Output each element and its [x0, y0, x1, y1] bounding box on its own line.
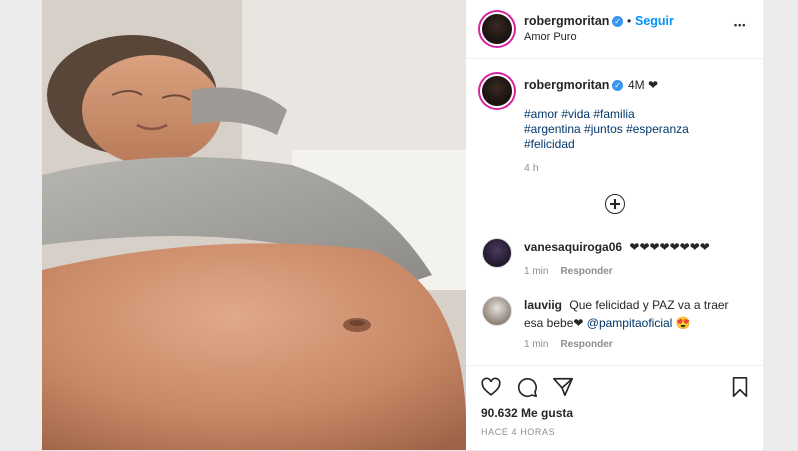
left-backdrop [0, 0, 42, 450]
comment-body: lauviig Que felicidad y PAZ va a traer e… [524, 296, 754, 332]
comment-time[interactable]: 1 min [524, 339, 548, 350]
post-header: robergmoritan ✓ • Seguir Amor Puro ••• [466, 0, 763, 59]
post-side-panel: robergmoritan ✓ • Seguir Amor Puro ••• r… [466, 0, 763, 450]
caption-author-username[interactable]: robergmoritan [524, 78, 609, 92]
heart-icon[interactable] [480, 376, 502, 398]
load-more-comments-icon[interactable] [605, 194, 625, 214]
share-icon[interactable] [552, 376, 574, 398]
caption-timestamp[interactable]: 4 h [524, 162, 539, 174]
comment-emoji: 😍 [675, 316, 691, 330]
comment-text: Que felicidad y PAZ va a traer [569, 298, 729, 312]
caption-hashtags: #amor #vida #familia #argentina #juntos … [524, 107, 689, 152]
comment-avatar[interactable] [482, 238, 512, 268]
reply-button[interactable]: Responder [560, 266, 612, 277]
comment-icon[interactable] [516, 376, 538, 398]
comment-text: ❤❤❤❤❤❤❤❤ [629, 240, 710, 254]
comment-text-cont: esa bebe❤ [524, 316, 587, 330]
comment-username[interactable]: vanesaquiroga06 [524, 240, 622, 254]
comment-meta: 1 min Responder [524, 339, 613, 350]
comment-time[interactable]: 1 min [524, 266, 548, 277]
post-age[interactable]: HACE 4 HORAS [481, 427, 555, 437]
separator-dot: • [627, 14, 632, 28]
comment-mention[interactable]: @pampitaoficial [587, 316, 673, 330]
author-avatar[interactable] [482, 14, 512, 44]
follow-button[interactable]: Seguir [635, 14, 674, 28]
comment-avatar[interactable] [482, 296, 512, 326]
caption-verified-badge-icon: ✓ [612, 80, 623, 91]
hashtag-line[interactable]: #amor #vida #familia [524, 107, 689, 122]
more-options-icon[interactable]: ••• [734, 20, 746, 30]
hashtag-line[interactable]: #argentina #juntos #esperanza [524, 122, 689, 137]
comment-username[interactable]: lauviig [524, 298, 562, 312]
post-location[interactable]: Amor Puro [524, 31, 577, 43]
caption-author-avatar[interactable] [482, 76, 512, 106]
author-username[interactable]: robergmoritan [524, 14, 609, 28]
right-backdrop [763, 0, 798, 450]
verified-badge-icon: ✓ [612, 16, 623, 27]
like-count[interactable]: 90.632 Me gusta [481, 406, 573, 420]
caption-text: 4M ❤ [628, 78, 659, 92]
hashtag-line[interactable]: #felicidad [524, 137, 689, 152]
reply-button[interactable]: Responder [560, 339, 612, 350]
post-actions: 90.632 Me gusta HACE 4 HORAS [466, 365, 763, 451]
post-photo[interactable] [42, 0, 466, 450]
comment-meta: 1 min Responder [524, 266, 613, 277]
comment-body: vanesaquiroga06 ❤❤❤❤❤❤❤❤ [524, 238, 710, 256]
photo-image [42, 0, 466, 450]
bookmark-icon[interactable] [730, 376, 750, 398]
